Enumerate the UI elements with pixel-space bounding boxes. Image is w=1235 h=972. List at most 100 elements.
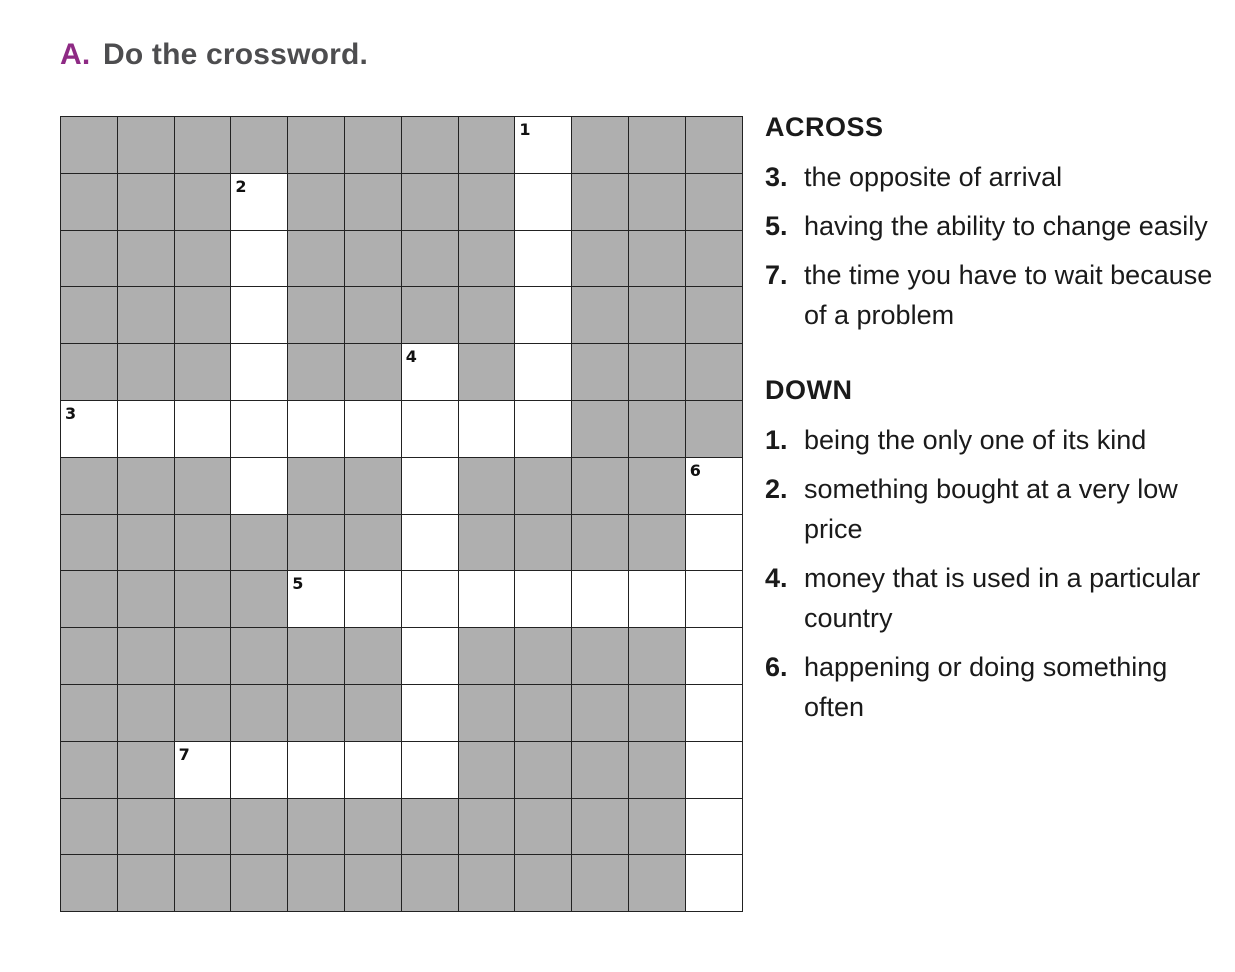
crossword-cell-open[interactable]: [401, 684, 459, 742]
crossword-cell-blocked: [458, 117, 516, 174]
crossword-cell-open[interactable]: [231, 741, 289, 799]
crossword-cell-blocked: [628, 173, 686, 231]
crossword-cell-blocked: [515, 798, 573, 856]
crossword-cell-blocked: [344, 798, 402, 856]
crossword-cell-open[interactable]: [344, 400, 402, 458]
crossword-cell-open[interactable]: 3: [61, 400, 118, 458]
crossword-cell-open[interactable]: [458, 571, 516, 629]
crossword-cell-open[interactable]: [515, 287, 573, 345]
crossword-cell-blocked: [288, 628, 345, 685]
crossword-cell-open[interactable]: 1: [515, 117, 573, 174]
crossword-cell-blocked: [174, 798, 232, 856]
crossword-cell-open[interactable]: [401, 741, 459, 799]
crossword-cell-open[interactable]: 7: [174, 741, 232, 799]
crossword-cell-open[interactable]: [685, 798, 743, 856]
crossword-cell-open[interactable]: [401, 400, 459, 458]
crossword-cell-blocked: [61, 571, 118, 629]
crossword-cell-blocked: [117, 855, 175, 913]
crossword-cell-blocked: [61, 741, 118, 799]
crossword-cell-blocked: [61, 173, 118, 231]
crossword-cell-blocked: [174, 173, 232, 231]
crossword-cell-blocked: [628, 798, 686, 856]
crossword-cell-open[interactable]: [231, 457, 289, 515]
crossword-cell-blocked: [288, 287, 345, 345]
cell-clue-number: 5: [292, 574, 304, 594]
crossword-cell-blocked: [458, 344, 516, 401]
crossword-cell-blocked: [117, 628, 175, 685]
crossword-cell-blocked: [458, 741, 516, 799]
cell-clue-number: 3: [65, 403, 77, 423]
crossword-cell-open[interactable]: [344, 571, 402, 629]
crossword-cell-open[interactable]: [231, 344, 289, 401]
crossword-cell-open[interactable]: [401, 628, 459, 685]
clue-text: money that is used in a particular count…: [804, 563, 1201, 633]
crossword-cell-open[interactable]: [458, 400, 516, 458]
across-heading: ACROSS: [765, 112, 884, 142]
crossword-cell-blocked: [231, 571, 289, 629]
crossword-cell-blocked: [628, 855, 686, 913]
crossword-cell-open[interactable]: [685, 571, 743, 629]
crossword-cell-blocked: [117, 514, 175, 572]
crossword-cell-open[interactable]: [515, 571, 573, 629]
crossword-cell-blocked: [458, 684, 516, 742]
crossword-cell-blocked: [288, 344, 345, 401]
crossword-cell-open[interactable]: [344, 741, 402, 799]
crossword-cell-blocked: [61, 514, 118, 572]
crossword-cell-open[interactable]: [288, 741, 345, 799]
crossword-cell-open[interactable]: [231, 230, 289, 288]
crossword-cell-open[interactable]: [231, 287, 289, 345]
crossword-cell-blocked: [458, 514, 516, 572]
clue-text: the time you have to wait because of a p…: [804, 260, 1213, 330]
crossword-cell-blocked: [174, 117, 232, 174]
cell-clue-number: 4: [405, 347, 417, 367]
crossword-cell-blocked: [572, 173, 629, 231]
crossword-cell-blocked: [685, 230, 743, 288]
down-clue-1: 1. being the only one of its kind: [765, 420, 1225, 460]
crossword-cell-open[interactable]: 2: [231, 173, 289, 231]
crossword-cell-blocked: [401, 287, 459, 345]
crossword-cell-blocked: [572, 798, 629, 856]
crossword-cell-blocked: [61, 344, 118, 401]
crossword-cell-open[interactable]: [628, 571, 686, 629]
crossword-cell-open[interactable]: [572, 571, 629, 629]
crossword-cell-blocked: [231, 117, 289, 174]
crossword-cell-open[interactable]: [401, 457, 459, 515]
crossword-cell-blocked: [117, 684, 175, 742]
crossword-cell-blocked: [344, 855, 402, 913]
crossword-cell-open[interactable]: [288, 400, 345, 458]
crossword-cell-blocked: [628, 741, 686, 799]
crossword-cell-open[interactable]: [685, 855, 743, 913]
clue-number: 5.: [765, 211, 788, 241]
crossword-cell-open[interactable]: [685, 741, 743, 799]
crossword-cell-blocked: [572, 457, 629, 515]
crossword-cell-blocked: [572, 117, 629, 174]
crossword-cell-blocked: [401, 855, 459, 913]
crossword-cell-open[interactable]: [231, 400, 289, 458]
crossword-cell-open[interactable]: [515, 400, 573, 458]
crossword-cell-open[interactable]: [401, 514, 459, 572]
crossword-cell-open[interactable]: [685, 514, 743, 572]
crossword-cell-open[interactable]: 4: [401, 344, 459, 401]
crossword-cell-blocked: [344, 344, 402, 401]
cell-clue-number: 1: [519, 120, 531, 139]
crossword-cell-blocked: [401, 117, 459, 174]
crossword-cell-blocked: [572, 684, 629, 742]
crossword-cell-blocked: [231, 798, 289, 856]
crossword-cell-open[interactable]: [685, 684, 743, 742]
crossword-cell-blocked: [685, 173, 743, 231]
crossword-cell-open[interactable]: 5: [288, 571, 345, 629]
crossword-cell-open[interactable]: [685, 628, 743, 685]
crossword-cell-open[interactable]: [401, 571, 459, 629]
crossword-cell-open[interactable]: [515, 230, 573, 288]
crossword-cell-open[interactable]: [174, 400, 232, 458]
crossword-cell-blocked: [685, 287, 743, 345]
crossword-cell-blocked: [344, 287, 402, 345]
crossword-cell-blocked: [515, 855, 573, 913]
crossword-cell-open[interactable]: [117, 400, 175, 458]
crossword-cell-open[interactable]: [515, 344, 573, 401]
crossword-cell-open[interactable]: 6: [685, 457, 743, 515]
cell-clue-number: 2: [235, 176, 247, 196]
crossword-cell-blocked: [117, 230, 175, 288]
crossword-cell-open[interactable]: [515, 173, 573, 231]
crossword-cell-blocked: [231, 514, 289, 572]
